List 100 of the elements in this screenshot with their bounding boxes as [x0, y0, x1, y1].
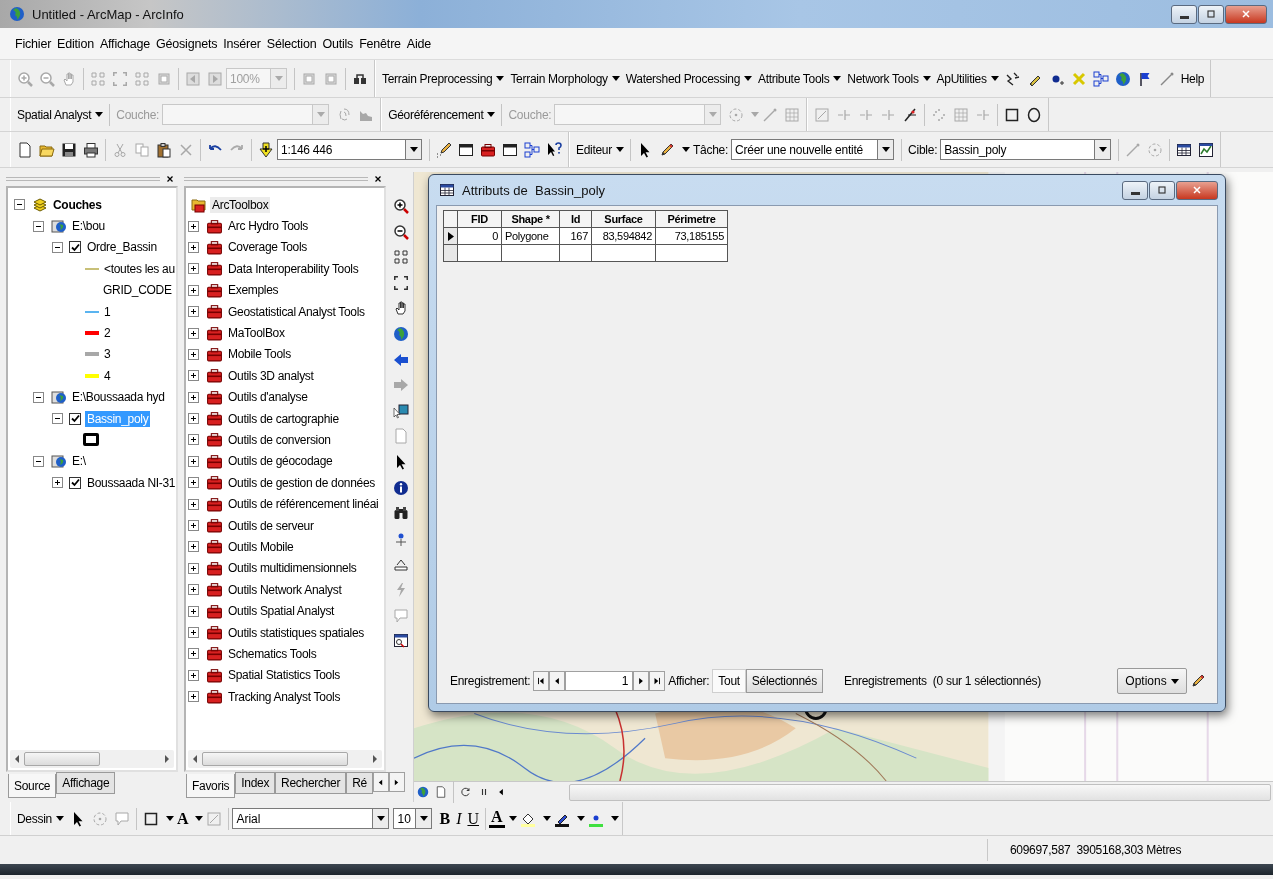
expand-button[interactable] [188, 220, 199, 232]
task-field[interactable]: Créer une nouvelle entité [731, 139, 878, 160]
expand-button[interactable] [188, 284, 199, 296]
viewer-icon[interactable] [392, 633, 409, 650]
column-header[interactable]: FID [458, 211, 502, 228]
toolbox-root-label[interactable]: ArcToolbox [210, 196, 271, 213]
menu-item[interactable]: Insérer [220, 32, 264, 55]
collapse-button[interactable] [33, 220, 44, 232]
row-selector[interactable] [444, 245, 458, 262]
globe-icon[interactable] [1114, 70, 1131, 87]
options-button[interactable]: Options [1117, 668, 1187, 694]
expand-button[interactable] [188, 306, 199, 318]
bold-button[interactable]: B [436, 809, 454, 828]
sketch-properties-icon[interactable] [1198, 141, 1215, 158]
refresh-icon[interactable] [460, 786, 472, 798]
scrollbar[interactable] [10, 750, 174, 768]
layer-name[interactable]: Ordre_Bassin [85, 239, 159, 256]
panel-grip[interactable] [184, 177, 368, 181]
dropdown-button[interactable] [405, 139, 422, 160]
print-icon[interactable] [83, 141, 99, 158]
checkbox[interactable] [69, 476, 81, 489]
toolbox-name[interactable]: MaToolBox [226, 325, 287, 342]
next-record-button[interactable] [633, 671, 650, 691]
menu-item[interactable]: Edition [54, 32, 97, 55]
network-icon[interactable] [1092, 70, 1109, 87]
panel-tab[interactable]: Rechercher [275, 772, 347, 794]
italic-button[interactable]: I [453, 809, 465, 828]
toolbox-name[interactable]: Geostatistical Analyst Tools [226, 303, 367, 320]
save-icon[interactable] [61, 141, 77, 158]
toolbar-menu[interactable]: Watershed Processing [622, 66, 756, 91]
expand-button[interactable] [188, 263, 199, 275]
expand-button[interactable] [188, 691, 199, 703]
toolbox-name[interactable]: Outils de conversion [226, 432, 333, 448]
rectangle-icon[interactable] [142, 810, 159, 827]
toolbar-menu[interactable]: Terrain Morphology [507, 66, 623, 91]
scrollbar[interactable] [188, 750, 382, 768]
checkbox[interactable] [69, 412, 81, 425]
row-selector[interactable] [444, 228, 458, 245]
last-record-button[interactable] [649, 671, 666, 691]
toolbar-menu[interactable]: Dessin [14, 806, 67, 831]
toolbox-name[interactable]: Arc Hydro Tools [226, 218, 310, 235]
expand-button[interactable] [188, 648, 199, 660]
expand-button[interactable] [188, 391, 199, 403]
font-color-button[interactable]: A [489, 809, 505, 828]
pencil-icon[interactable] [1190, 673, 1206, 689]
toolbox-name[interactable]: Outils Mobile [226, 538, 296, 555]
scale-field[interactable]: 1:146 446 [277, 139, 405, 160]
expand-button[interactable] [188, 669, 199, 681]
expand-button[interactable] [188, 520, 199, 532]
toolbox-name[interactable]: Coverage Tools [226, 239, 309, 256]
column-header[interactable]: Id [560, 211, 592, 228]
circle-icon[interactable] [1026, 106, 1043, 123]
column-header[interactable]: Shape * [502, 211, 560, 228]
dropdown-button[interactable] [1094, 139, 1112, 160]
close-icon[interactable] [373, 174, 383, 184]
dropdown-button[interactable] [372, 808, 390, 829]
show-option-button[interactable]: Sélectionnés [745, 669, 823, 693]
sketch-pencil-icon[interactable] [658, 141, 675, 158]
expand-button[interactable] [52, 477, 63, 489]
menu-item[interactable]: Sélection [263, 32, 320, 55]
collapse-button[interactable] [52, 241, 63, 253]
toolbox-name[interactable]: Tracking Analyst Tools [226, 688, 343, 705]
previous-record-button[interactable] [549, 671, 566, 691]
panel-tab[interactable]: Index [235, 772, 276, 794]
record-field[interactable]: 1 [565, 671, 634, 691]
toolbox-name[interactable]: Outils de serveur [226, 517, 316, 534]
toolbox-name[interactable]: Outils de géocodage [226, 453, 335, 470]
expand-button[interactable] [188, 370, 199, 382]
toolbox-name[interactable]: Mobile Tools [226, 346, 293, 363]
expand-button[interactable] [188, 605, 199, 617]
toolbox-name[interactable]: Outils Network Analyst [226, 581, 344, 598]
panel-tab[interactable]: Favoris [186, 774, 236, 798]
expand-button[interactable] [188, 498, 199, 510]
panel-tab[interactable]: Affichage [56, 772, 116, 794]
toolbar-menu[interactable]: ApUtilities [933, 66, 1002, 91]
model-builder-icon[interactable] [524, 141, 540, 158]
collapse-button[interactable] [33, 391, 44, 403]
collapse-button[interactable] [33, 455, 44, 467]
expand-button[interactable] [188, 413, 199, 425]
menu-item[interactable]: Fenêtre [356, 32, 404, 55]
find-icon[interactable] [392, 505, 409, 522]
zoom-out-icon[interactable] [392, 223, 409, 240]
dropdown-button[interactable] [877, 139, 895, 160]
sketch-icon[interactable] [902, 106, 919, 123]
target-field[interactable]: Bassin_poly [940, 139, 1095, 160]
menu-item[interactable]: Géosignets [153, 32, 221, 55]
toolbox-name[interactable]: Data Interoperability Tools [226, 260, 361, 277]
minimize-button[interactable] [1122, 180, 1148, 200]
maximize-button[interactable] [1149, 180, 1175, 200]
data-frame-name[interactable]: E:\Boussaada hyd [70, 389, 167, 406]
collapse-button[interactable] [14, 199, 25, 211]
help-menu[interactable]: Help [1177, 66, 1208, 91]
data-frame-name[interactable]: E:\bou [70, 218, 107, 235]
close-icon[interactable] [165, 174, 175, 184]
select-features-icon[interactable] [392, 402, 409, 419]
first-record-button[interactable] [533, 671, 550, 691]
back-arrow-icon[interactable] [392, 351, 409, 368]
identify-icon[interactable] [392, 479, 409, 496]
toolbox-name[interactable]: Outils statistiques spatiales [226, 624, 367, 641]
text-tool[interactable]: A [173, 809, 192, 828]
